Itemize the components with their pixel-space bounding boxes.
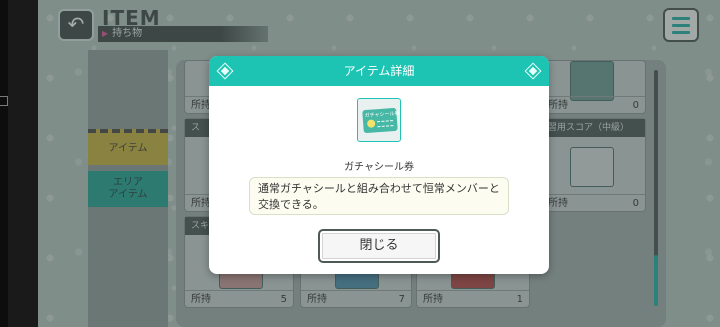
dialog-header: アイテム詳細 — [209, 56, 549, 86]
diamond-icon — [217, 63, 233, 79]
item-detail-dialog: アイテム詳細 ガチャシール券 ガチャシール券 通常ガチャシールと組み合わせて恒常… — [209, 56, 549, 274]
gacha-ticket-icon: ガチャシール券 — [357, 98, 401, 142]
side-bracket-icon — [0, 96, 8, 106]
dialog-title: アイテム詳細 — [343, 64, 415, 78]
diamond-icon — [525, 63, 541, 79]
ticket-card: ガチャシール券 — [362, 107, 400, 134]
ticket-seal — [366, 119, 376, 128]
ticket-icon-text: ガチャシール券 — [364, 110, 400, 120]
device-edge — [0, 0, 8, 327]
ticket-lines — [377, 120, 394, 128]
close-button[interactable]: 閉じる — [318, 229, 440, 263]
item-description: 通常ガチャシールと組み合わせて恒常メンバーと交換できる。 — [249, 177, 509, 215]
item-name: ガチャシール券 — [344, 162, 414, 173]
